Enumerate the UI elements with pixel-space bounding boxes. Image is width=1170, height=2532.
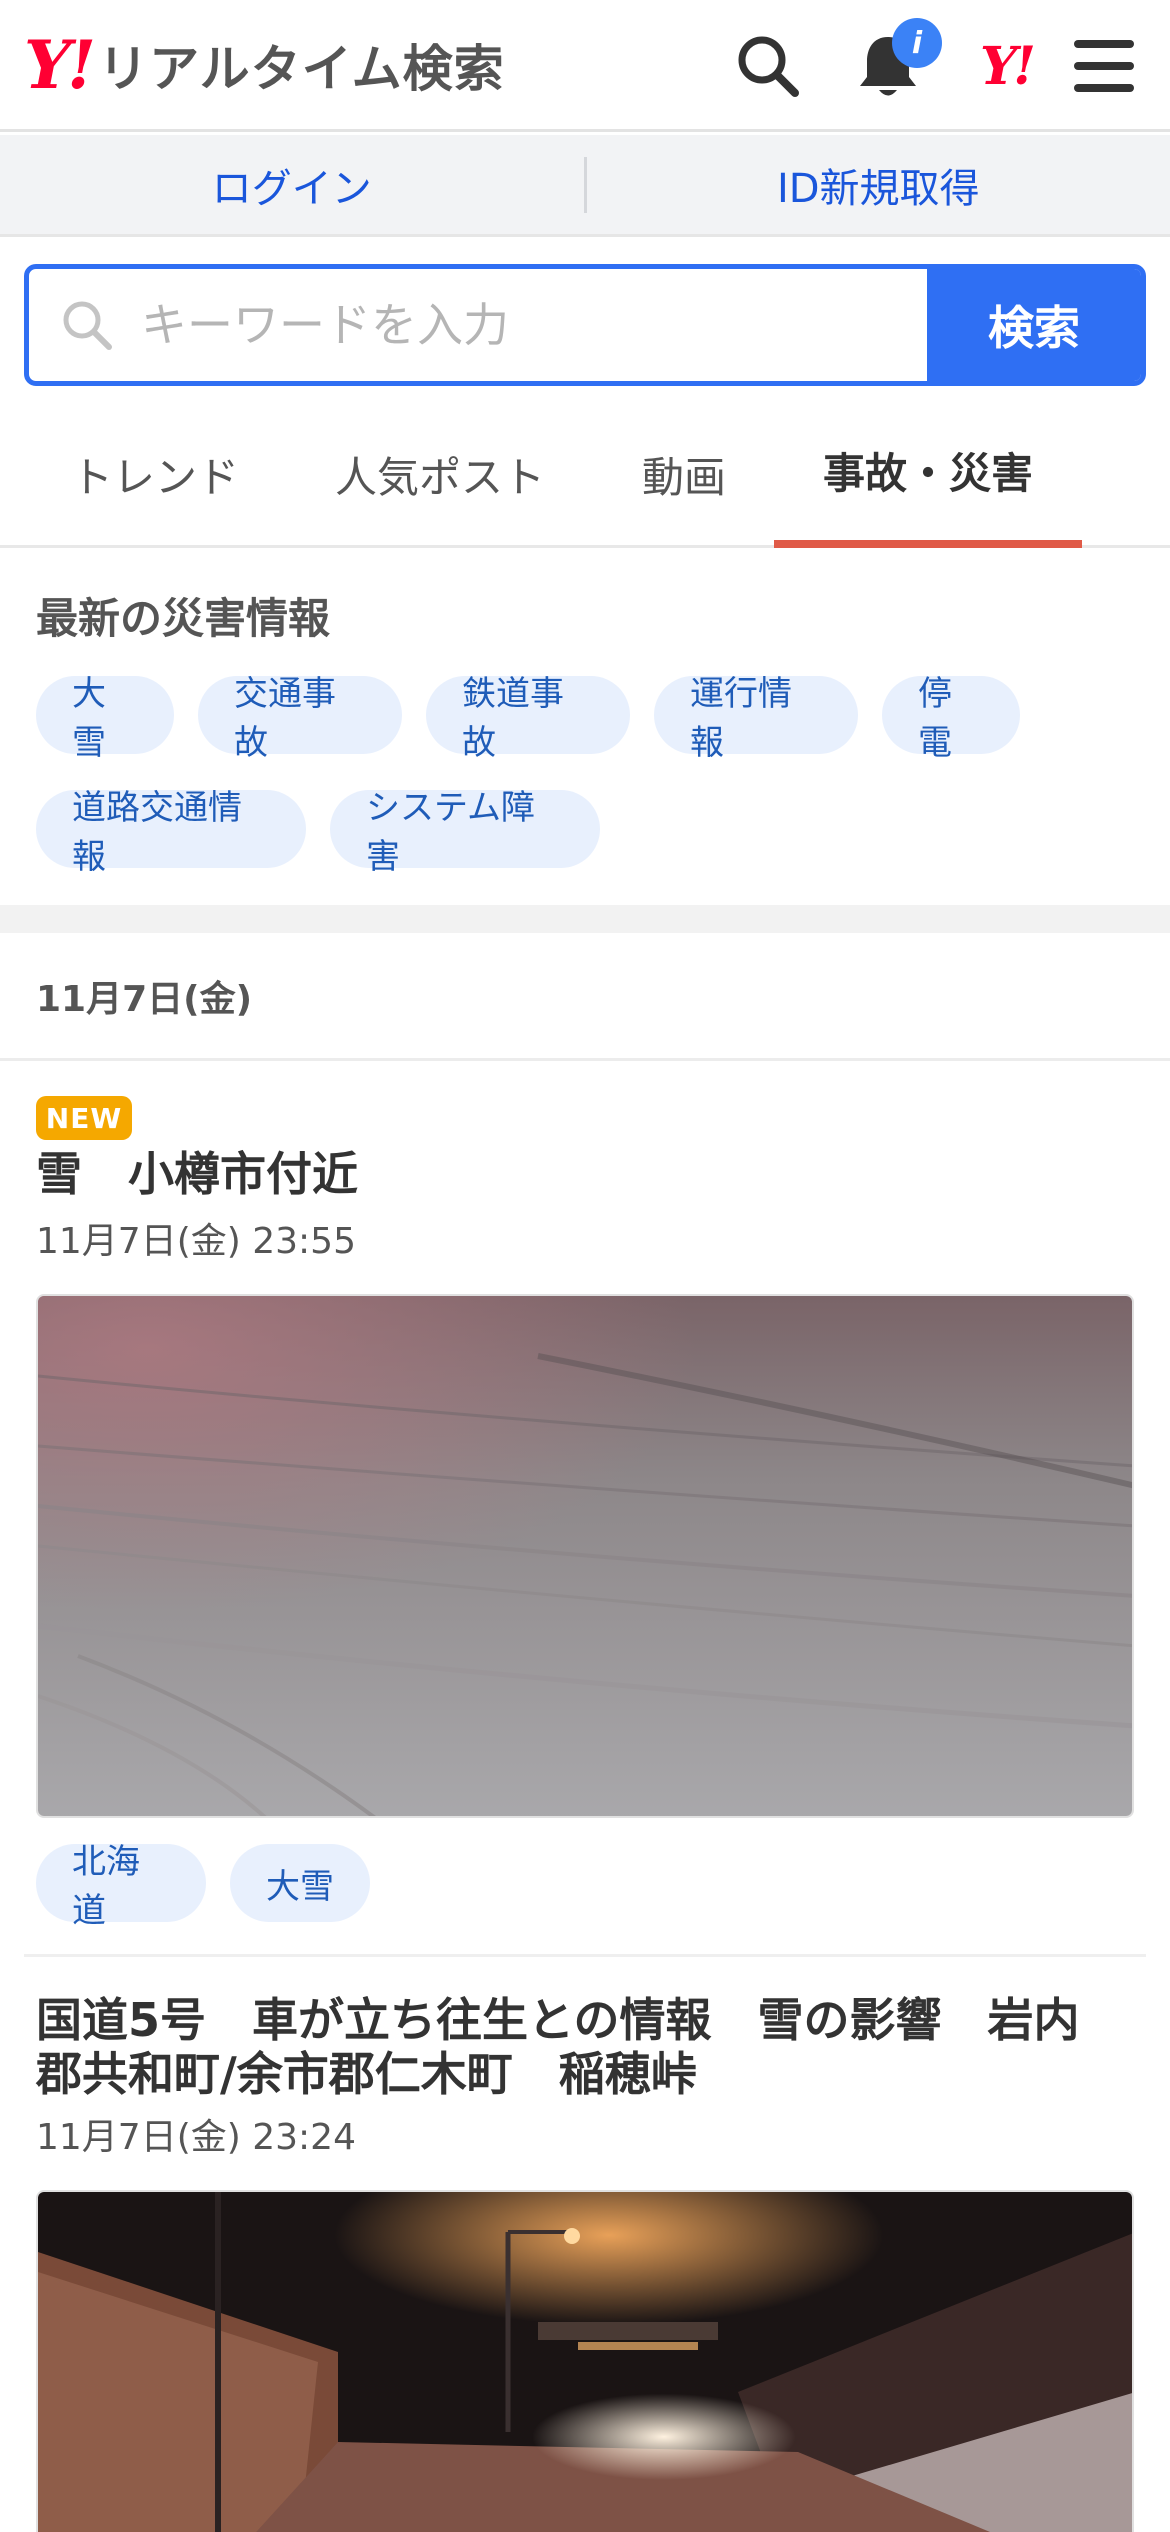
search-bar: 検索	[24, 264, 1146, 386]
post-image[interactable]	[36, 1294, 1134, 1818]
section-title: 最新の災害情報	[36, 594, 331, 643]
post-timestamp: 11月7日(金) 23:55	[36, 1221, 356, 1262]
chip-railway-accident[interactable]: 鉄道事故	[426, 674, 630, 763]
post-title-line2[interactable]: 郡共和町/余市郡仁木町 稲穂峠	[36, 2046, 1136, 2102]
yahoo-home-link[interactable]: Y!	[966, 26, 1046, 106]
yahoo-icon: Y!	[980, 35, 1036, 97]
post-title[interactable]: 雪 小樽市付近	[36, 1146, 1136, 1202]
login-link[interactable]: ログイン	[0, 156, 584, 214]
chip-system-failure[interactable]: システム障害	[330, 788, 600, 877]
search-input[interactable]	[141, 298, 841, 352]
app-header: Y! リアルタイム検索 i Y!	[0, 0, 1170, 132]
tag-heavy-snow[interactable]: 大雪	[230, 1844, 370, 1922]
chip-road-traffic-info[interactable]: 道路交通情報	[36, 788, 306, 877]
tab-trend[interactable]: トレンド	[36, 400, 274, 548]
new-badge: NEW	[36, 1096, 132, 1140]
tab-accident-disaster[interactable]: 事故・災害	[774, 400, 1082, 548]
notification-bell[interactable]: i	[848, 18, 942, 106]
chip-heavy-snow[interactable]: 大雪	[36, 674, 174, 763]
chip-traffic-accident[interactable]: 交通事故	[198, 674, 402, 763]
category-tabs: トレンド 人気ポスト 動画 事故・災害	[0, 400, 1170, 548]
tab-video[interactable]: 動画	[612, 400, 756, 548]
notification-badge: i	[892, 18, 942, 68]
menu-icon[interactable]	[1064, 26, 1144, 106]
tab-popular-posts[interactable]: 人気ポスト	[310, 400, 570, 548]
chip-power-outage[interactable]: 停電	[882, 674, 1020, 763]
search-icon[interactable]	[728, 26, 808, 106]
search-button[interactable]: 検索	[927, 269, 1141, 381]
magnifier-icon	[63, 301, 112, 350]
signup-link[interactable]: ID新規取得	[587, 156, 1170, 214]
post-divider	[24, 1954, 1146, 1957]
search-field[interactable]	[29, 269, 927, 381]
site-title: リアルタイム検索	[98, 40, 505, 98]
site-logo[interactable]: Y! リアルタイム検索	[24, 30, 505, 100]
tag-hokkaido[interactable]: 北海道	[36, 1842, 206, 1931]
post-image[interactable]	[36, 2190, 1134, 2532]
date-heading: 11月7日(金)	[36, 979, 253, 1020]
post-timestamp: 11月7日(金) 23:24	[36, 2117, 356, 2158]
date-divider	[0, 1058, 1170, 1061]
yahoo-logo-mark: Y!	[24, 26, 96, 104]
post-title-line1[interactable]: 国道5号 車が立ち往生との情報 雪の影響 岩内	[36, 1992, 1136, 2048]
section-divider	[0, 905, 1170, 933]
login-bar: ログイン ID新規取得	[0, 135, 1170, 237]
chip-service-info[interactable]: 運行情報	[654, 674, 858, 763]
